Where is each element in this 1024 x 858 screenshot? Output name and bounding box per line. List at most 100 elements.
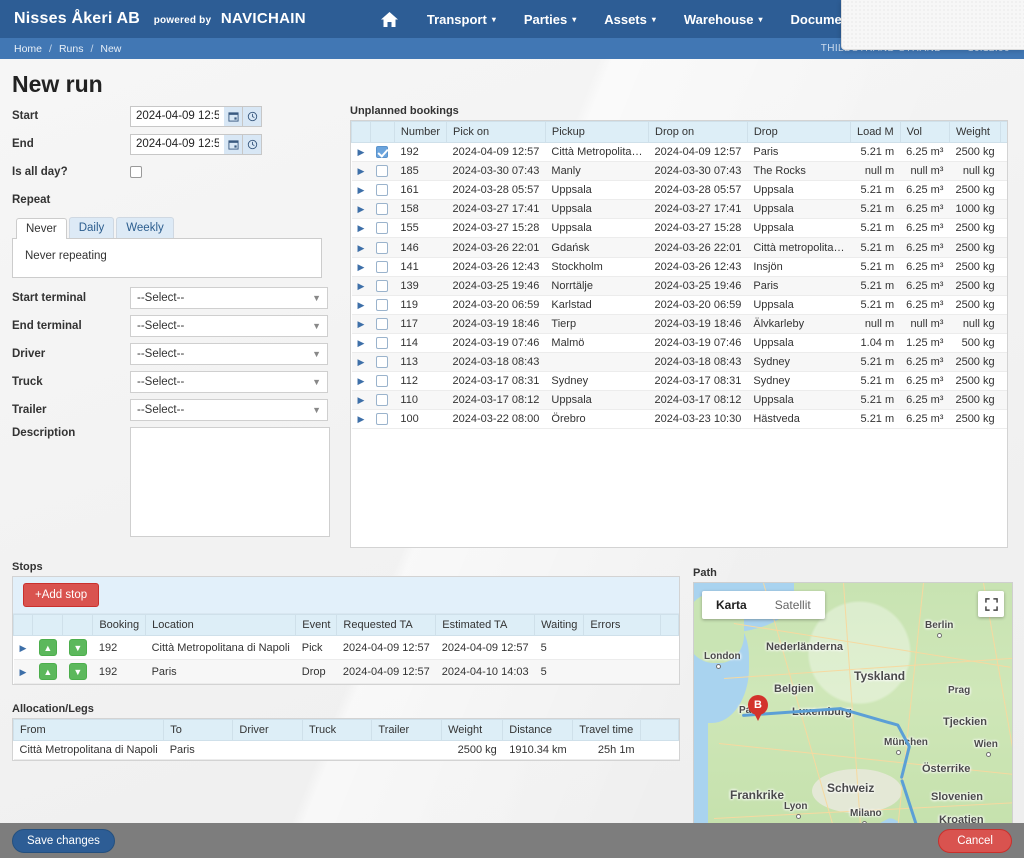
clock-icon[interactable]	[243, 105, 262, 127]
table-row[interactable]: ▶ 161 2024-03-28 05:57 Uppsala 2024-03-28 05…	[351, 180, 1007, 201]
row-checkbox[interactable]	[370, 180, 395, 201]
table-row[interactable]: ▶ 110 2024-03-17 08:12 Uppsala 2024-03-17 08…	[351, 390, 1007, 411]
expand-row-icon[interactable]: ▶	[351, 409, 371, 430]
map-marker-b[interactable]: B	[748, 695, 768, 721]
row-checkbox[interactable]	[370, 142, 395, 163]
expand-row-icon[interactable]: ▶	[351, 199, 371, 220]
col-vol[interactable]: Vol	[899, 121, 950, 143]
breadcrumb-runs[interactable]: Runs	[59, 43, 84, 55]
table-row[interactable]: ▶ 139 2024-03-25 19:46 Norrtälje 2024-03-25 …	[351, 276, 1007, 296]
row-checkbox[interactable]	[370, 199, 395, 220]
move-up-button[interactable]: ▲	[32, 635, 63, 660]
row-checkbox[interactable]	[370, 257, 395, 277]
expand-row-icon[interactable]: ▶	[351, 257, 371, 277]
table-row[interactable]: ▶ 185 2024-03-30 07:43 Manly 2024-03-30 07:4…	[351, 161, 1007, 182]
start-terminal-select[interactable]: --Select-- ▼	[130, 287, 328, 309]
notification-popup-overlay[interactable]	[841, 0, 1024, 50]
row-checkbox[interactable]	[370, 276, 395, 296]
expand-row-icon[interactable]: ▶	[351, 352, 371, 373]
expand-row-icon[interactable]: ▶	[351, 218, 371, 239]
col-requested-ta[interactable]: Requested TA	[336, 614, 437, 636]
clock-icon[interactable]	[243, 133, 262, 155]
breadcrumb-home[interactable]: Home	[14, 43, 42, 55]
col-weight[interactable]: Weight	[441, 719, 504, 741]
table-row[interactable]: ▶ 112 2024-03-17 08:31 Sydney 2024-03-17 08:…	[351, 371, 1007, 392]
calendar-icon[interactable]	[224, 133, 243, 155]
tab-daily[interactable]: Daily	[68, 217, 115, 238]
is-all-day-checkbox[interactable]	[130, 166, 142, 178]
expand-row-icon[interactable]: ▶	[351, 180, 371, 201]
col-truck[interactable]: Truck	[301, 719, 373, 741]
table-row[interactable]: ▶ 192 2024-04-09 12:57 Città Metropolita… 20…	[351, 142, 1007, 163]
map-canvas[interactable]: B Berlin London Nederländerna Tyskland Belgi…	[693, 582, 1013, 823]
row-checkbox[interactable]	[370, 333, 395, 354]
row-checkbox[interactable]	[370, 314, 395, 334]
col-load-m[interactable]: Load M	[849, 121, 901, 143]
col-estimated-ta[interactable]: Estimated TA	[435, 614, 536, 636]
table-row[interactable]: ▶ 113 2024-03-18 08:43 2024-03-18 08:43 Sydn…	[351, 352, 1007, 373]
col-trailer[interactable]: Trailer	[371, 719, 443, 741]
expand-row-icon[interactable]: ▶	[13, 635, 33, 660]
home-icon[interactable]	[366, 11, 413, 28]
expand-row-icon[interactable]: ▶	[351, 276, 371, 296]
map-type-karta[interactable]: Karta	[702, 591, 761, 619]
add-stop-button[interactable]: +Add stop	[23, 583, 100, 607]
expand-row-icon[interactable]: ▶	[351, 161, 371, 182]
expand-row-icon[interactable]: ▶	[351, 295, 371, 315]
truck-select[interactable]: --Select-- ▼	[130, 371, 328, 393]
nav-item-parties[interactable]: Parties ▾	[510, 12, 590, 27]
save-changes-button[interactable]: Save changes	[12, 828, 115, 853]
expand-row-icon[interactable]: ▶	[351, 237, 371, 258]
table-row[interactable]: ▶ 119 2024-03-20 06:59 Karlstad 2024-03-20 0…	[351, 295, 1007, 315]
expand-row-icon[interactable]: ▶	[351, 142, 371, 163]
col-travel-time[interactable]: Travel time	[572, 719, 642, 741]
col-weight[interactable]: Weight	[948, 121, 1002, 143]
fullscreen-icon[interactable]	[978, 591, 1004, 617]
col-to[interactable]: To	[163, 719, 234, 741]
start-datetime-input[interactable]	[130, 105, 224, 127]
row-checkbox[interactable]	[370, 371, 395, 392]
move-down-button[interactable]: ▼	[62, 659, 93, 684]
col-waiting[interactable]: Waiting	[534, 614, 585, 636]
table-row[interactable]: ▶ 141 2024-03-26 12:43 Stockholm 2024-03-26 …	[351, 257, 1007, 277]
table-row[interactable]: ▶ 117 2024-03-19 18:46 Tierp 2024-03-19 18:4…	[351, 314, 1007, 334]
table-row[interactable]: ▶ 146 2024-03-26 22:01 Gdańsk 2024-03-26 22:…	[351, 237, 1007, 258]
table-row[interactable]: Città Metropolitana di Napoli Paris 2500 k…	[13, 740, 679, 760]
end-terminal-select[interactable]: --Select-- ▼	[130, 315, 328, 337]
row-checkbox[interactable]	[370, 295, 395, 315]
col-from[interactable]: From	[12, 719, 165, 741]
table-row[interactable]: ▶ 114 2024-03-19 07:46 Malmö 2024-03-19 07:4…	[351, 333, 1007, 354]
col-distance[interactable]: Distance	[502, 719, 574, 741]
table-row[interactable]: ▶ 155 2024-03-27 15:28 Uppsala 2024-03-27 15…	[351, 218, 1007, 239]
description-textarea[interactable]	[130, 427, 330, 537]
nav-item-warehouse[interactable]: Warehouse ▾	[670, 12, 777, 27]
col-pick-on[interactable]: Pick on	[446, 121, 546, 143]
row-checkbox[interactable]	[370, 409, 395, 430]
expand-row-icon[interactable]: ▶	[13, 659, 33, 684]
driver-select[interactable]: --Select-- ▼	[130, 343, 328, 365]
nav-item-transport[interactable]: Transport ▾	[413, 12, 510, 27]
col-number[interactable]: Number	[393, 121, 448, 143]
expand-row-icon[interactable]: ▶	[351, 333, 371, 354]
move-down-button[interactable]: ▼	[62, 635, 93, 660]
expand-row-icon[interactable]: ▶	[351, 371, 371, 392]
cancel-button[interactable]: Cancel	[938, 828, 1012, 853]
row-checkbox[interactable]	[370, 390, 395, 411]
col-driver[interactable]: Driver	[232, 719, 303, 741]
expand-row-icon[interactable]: ▶	[351, 314, 371, 334]
row-checkbox[interactable]	[370, 218, 395, 239]
col-location[interactable]: Location	[145, 614, 297, 636]
table-row[interactable]: ▶ 100 2024-03-22 08:00 Örebro 2024-03-23 10:…	[351, 409, 1007, 430]
col-booking[interactable]: Booking	[92, 614, 147, 636]
table-row[interactable]: ▶ ▲ ▼ 192 Città Metropolitana di Napoli Pick 2…	[13, 635, 679, 660]
col-event[interactable]: Event	[295, 614, 338, 636]
table-row[interactable]: ▶ ▲ ▼ 192 Paris Drop 2024-04-09 12:57 2024-04-1…	[13, 659, 679, 684]
expand-row-icon[interactable]: ▶	[351, 390, 371, 411]
map-type-satellit[interactable]: Satellit	[761, 591, 825, 619]
trailer-select[interactable]: --Select-- ▼	[130, 399, 328, 421]
row-checkbox[interactable]	[370, 237, 395, 258]
col-drop-on[interactable]: Drop on	[648, 121, 748, 143]
col-drop[interactable]: Drop	[746, 121, 851, 143]
row-checkbox[interactable]	[370, 161, 395, 182]
row-checkbox[interactable]	[370, 352, 395, 373]
